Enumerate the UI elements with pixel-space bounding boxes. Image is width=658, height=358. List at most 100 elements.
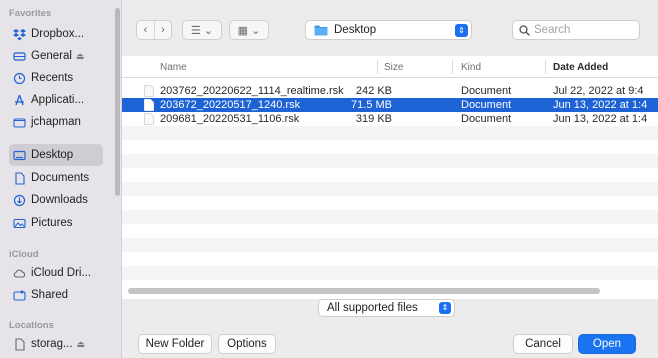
sidebar: Favorites Dropbox... General ⏏ Recents A… [0,0,122,358]
empty-row [122,140,658,154]
file-kind: Document [461,99,512,111]
list-view-icon: ☰ ⌄ [190,24,214,37]
file-icon [144,85,154,97]
file-format-popup[interactable]: All supported files ⇕ [318,299,455,317]
open-button[interactable]: Open [578,334,636,354]
sidebar-item-label: Recents [31,72,74,84]
column-header-size[interactable]: Size [384,62,403,73]
sidebar-item-label: storag... [31,338,73,350]
column-divider[interactable] [545,60,546,74]
file-format-label: All supported files [327,302,418,314]
file-icon [144,113,154,125]
sidebar-item-label: iCloud Dri... [31,267,92,279]
file-size: 242 KB [355,85,392,97]
file-row[interactable]: 203762_20220622_1114_realtime.rsk 242 KB D… [122,84,658,98]
home-folder-icon [13,116,26,129]
file-date-added: Jun 13, 2022 at 1:4 [553,99,648,111]
search-field[interactable] [512,20,640,40]
list-view-button[interactable]: ☰ ⌄ [182,20,222,40]
search-input[interactable] [534,24,634,36]
sidebar-section-icloud: iCloud [9,249,39,260]
empty-row [122,154,658,168]
empty-row [122,182,658,196]
sidebar-section-favorites: Favorites [9,8,52,19]
sidebar-item-label: jchapman [31,116,81,128]
column-header-kind[interactable]: Kind [461,62,481,73]
sidebar-item-label: Dropbox... [31,28,85,40]
cancel-button[interactable]: Cancel [513,334,573,354]
empty-row [122,252,658,266]
cloud-icon [13,267,26,280]
file-row[interactable]: 203672_20220517_1240.rsk 71.5 MB Document J… [122,98,658,112]
desktop-icon [13,149,26,162]
sidebar-item-documents[interactable]: Documents [9,167,103,189]
shared-folder-icon [13,289,26,302]
sidebar-item-shared[interactable]: Shared [9,284,103,306]
empty-row [122,196,658,210]
folder-icon [314,25,328,36]
file-date-added: Jun 13, 2022 at 1:4 [553,113,648,125]
sidebar-item-label: Shared [31,289,69,301]
sidebar-item-storage[interactable]: storag... ⏏ [9,333,103,355]
file-kind: Document [461,85,512,97]
location-label: Desktop [334,24,377,36]
sidebar-item-label: Applicati... [31,94,85,106]
sidebar-item-downloads[interactable]: Downloads [9,189,103,211]
download-icon [13,194,26,207]
eject-icon[interactable]: ⏏ [77,339,86,350]
drive-icon [13,50,26,63]
sidebar-item-recents[interactable]: Recents [9,67,103,89]
column-divider[interactable] [377,60,378,74]
sidebar-item-home[interactable]: jchapman [9,111,103,133]
empty-row [122,126,658,140]
location-popup[interactable]: Desktop ⇕ [305,20,472,40]
file-size: 71.5 MB [351,99,392,111]
empty-row [122,210,658,224]
grid-view-button[interactable]: ▦ ⌄ [229,20,269,40]
dropbox-icon [13,28,26,41]
empty-row [122,266,658,280]
sidebar-item-dropbox[interactable]: Dropbox... [9,23,103,45]
sidebar-scrollbar[interactable] [115,8,120,196]
file-list: Name Size Kind Date Added 203762_2022062… [122,56,658,299]
new-folder-button[interactable]: New Folder [138,334,212,354]
sidebar-item-label: Desktop [31,149,74,161]
clock-icon [13,72,26,85]
popup-stepper-icon: ⇕ [439,302,451,314]
sidebar-item-label: Pictures [31,217,73,229]
sidebar-item-general[interactable]: General ⏏ [9,45,103,67]
sidebar-item-desktop[interactable]: Desktop [9,144,103,166]
nav-button-group: ‹ › [136,20,172,40]
back-button[interactable]: ‹ [137,21,154,39]
column-divider[interactable] [452,60,453,74]
sidebar-item-applications[interactable]: Applicati... [9,89,103,111]
document-icon [13,171,26,185]
file-name: 203672_20220517_1240.rsk [160,99,301,111]
pictures-icon [13,217,26,230]
horizontal-scrollbar[interactable] [128,288,600,294]
options-button[interactable]: Options [218,334,276,354]
column-header-name[interactable]: Name [160,62,187,73]
file-size: 319 KB [355,113,392,125]
forward-button[interactable]: › [154,21,171,39]
list-header: Name Size Kind Date Added [122,56,658,78]
sidebar-section-locations: Locations [9,320,54,331]
file-date-added: Jul 22, 2022 at 9:4 [553,85,644,97]
applications-icon [13,94,26,107]
empty-row [122,168,658,182]
file-name: 203762_20220622_1114_realtime.rsk [160,85,344,97]
sidebar-item-label: Downloads [31,194,88,206]
empty-row [122,238,658,252]
popup-stepper-icon: ⇕ [455,24,468,37]
sidebar-item-icloud-drive[interactable]: iCloud Dri... [9,262,103,284]
sidebar-item-label: Documents [31,172,90,184]
empty-row [122,224,658,238]
file-icon [144,99,154,111]
sidebar-item-label: General [31,50,72,62]
grid-view-icon: ▦ ⌄ [237,24,261,37]
sidebar-item-pictures[interactable]: Pictures [9,212,103,234]
file-kind: Document [461,113,512,125]
file-row[interactable]: 209681_20220531_1106.rsk 319 KB Document Ju… [122,112,658,126]
eject-icon[interactable]: ⏏ [76,51,85,62]
column-header-date-added[interactable]: Date Added [553,62,608,73]
